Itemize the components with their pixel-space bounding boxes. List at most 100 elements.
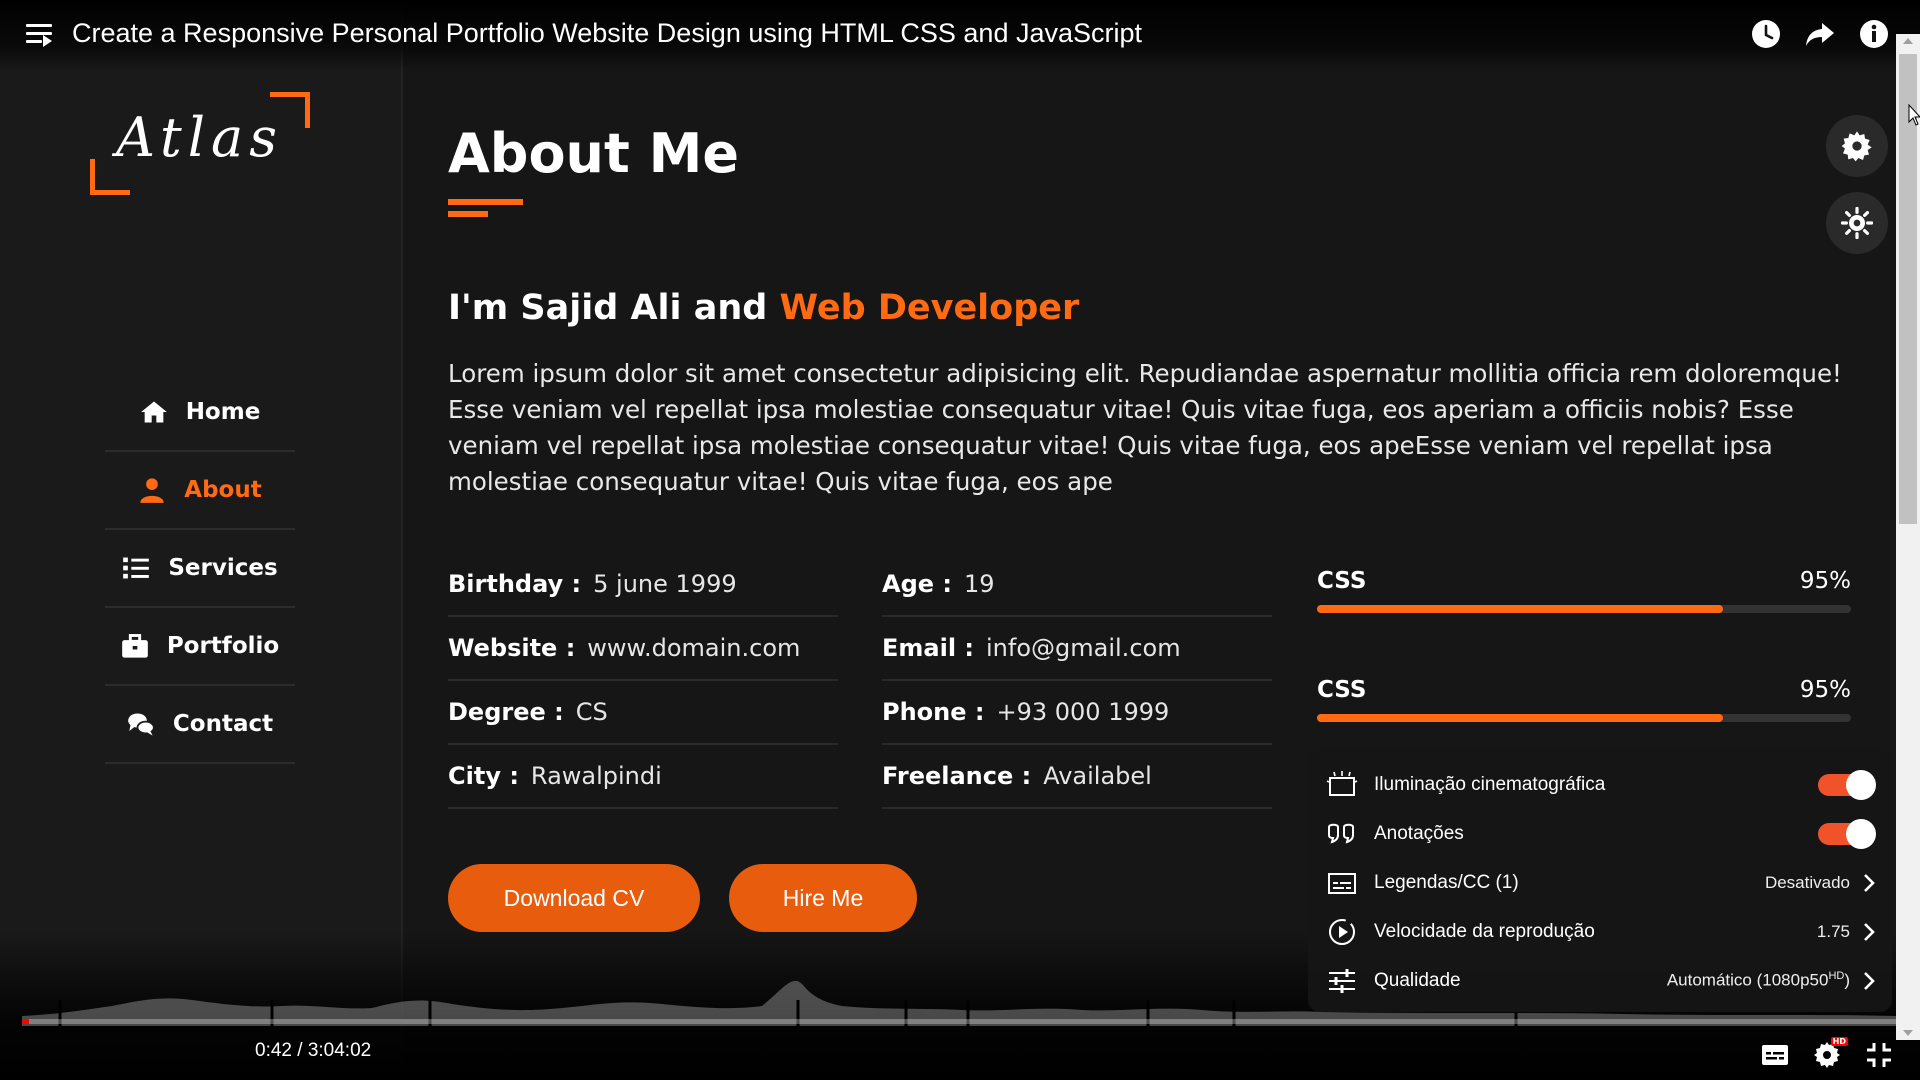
sidebar-item-label: About: [184, 477, 262, 503]
ambient-mode-icon: [1326, 770, 1358, 796]
skill-bar: CSS 95%: [1317, 568, 1851, 613]
annotations-icon: [1328, 823, 1354, 844]
settings-row-value: Automático (1080p50HD): [1667, 970, 1850, 991]
chevron-right-icon: [1864, 971, 1875, 990]
sidebar-item-label: Home: [185, 399, 261, 425]
info-row: Website : www.domain.com: [448, 617, 838, 681]
hire-me-button[interactable]: Hire Me: [729, 864, 917, 932]
video-title[interactable]: Create a Responsive Personal Portfolio W…: [72, 18, 1142, 49]
settings-row-ambient-mode[interactable]: Iluminação cinematográfica: [1308, 760, 1892, 809]
info-list-right: Age : 19 Email : info@gmail.com Phone : +93…: [882, 553, 1272, 809]
settings-row-annotations[interactable]: Anotações: [1308, 809, 1892, 858]
info-list-left: Birthday : 5 june 1999 Website : www.domai…: [448, 553, 838, 809]
settings-panel: Iluminação cinematográfica Anotações Leg…: [1308, 750, 1892, 1012]
info-key: Phone :: [882, 698, 985, 726]
progress-played: [22, 1019, 30, 1024]
scroll-down-arrow-icon[interactable]: [1903, 1030, 1913, 1036]
sidebar-nav: Home About Services Portfolio Contact: [105, 374, 295, 764]
sidebar-item-label: Contact: [172, 711, 274, 737]
time-display: 0:42 / 3:04:02: [255, 1040, 372, 1061]
share-icon[interactable]: [1804, 18, 1836, 50]
sun-icon: [1841, 207, 1873, 239]
sidebar-item-label: Services: [168, 555, 278, 581]
info-key: Degree :: [448, 698, 564, 726]
sidebar-item-contact[interactable]: Contact: [105, 686, 295, 764]
info-key: Freelance :: [882, 762, 1032, 790]
theme-toggle-button[interactable]: [1826, 192, 1888, 254]
settings-row-playback-speed[interactable]: Velocidade da reprodução 1.75: [1308, 907, 1892, 956]
logo: Atlas: [90, 90, 310, 195]
video-frame[interactable]: Atlas Home About Services Portfolio Cont…: [0, 0, 1920, 1080]
home-icon: [140, 401, 167, 423]
title-underline-short: [448, 211, 488, 217]
comments-icon: [128, 713, 155, 736]
skill-percent: 95%: [1799, 568, 1851, 594]
title-underline: [448, 199, 523, 205]
info-key: Website :: [448, 634, 576, 662]
info-row: Age : 19: [882, 553, 1272, 617]
playback-speed-icon: [1329, 918, 1355, 945]
skill-track: [1317, 605, 1851, 613]
info-key: Birthday :: [448, 570, 582, 598]
info-row: Email : info@gmail.com: [882, 617, 1272, 681]
settings-row-label: Qualidade: [1374, 969, 1461, 991]
playlist-menu-icon[interactable]: [26, 24, 52, 48]
list-icon: [123, 557, 150, 579]
info-value: Rawalpindi: [530, 762, 662, 790]
intro-plain: I'm Sajid Ali and: [448, 288, 780, 328]
page-scrollbar[interactable]: [1896, 34, 1920, 1040]
info-key: Age :: [882, 570, 952, 598]
sidebar-item-portfolio[interactable]: Portfolio: [105, 608, 295, 686]
watch-later-icon[interactable]: [1750, 18, 1782, 50]
hd-superscript: HD: [1828, 970, 1845, 983]
quality-icon: [1329, 968, 1355, 993]
briefcase-icon: [121, 634, 148, 658]
theme-settings-button[interactable]: [1826, 115, 1888, 177]
page-title: About Me: [448, 122, 739, 185]
player-top-bar: Create a Responsive Personal Portfolio W…: [0, 0, 1920, 70]
skill-label: CSS: [1317, 568, 1367, 594]
subtitles-icon[interactable]: [1760, 1040, 1790, 1070]
scroll-up-arrow-icon[interactable]: [1903, 38, 1913, 44]
skill-fill: [1317, 605, 1723, 613]
info-value: info@gmail.com: [986, 634, 1181, 662]
settings-row-captions[interactable]: Legendas/CC (1) Desativado: [1308, 858, 1892, 907]
user-icon: [140, 478, 164, 503]
hd-badge: HD: [1830, 1037, 1848, 1046]
settings-row-label: Anotações: [1374, 822, 1464, 844]
settings-row-value: Desativado: [1764, 872, 1850, 892]
annotations-toggle[interactable]: [1818, 818, 1876, 849]
sidebar-item-about[interactable]: About: [105, 452, 295, 530]
top-actions: [1750, 18, 1890, 50]
about-paragraph: Lorem ipsum dolor sit amet consectetur a…: [448, 359, 1842, 496]
settings-row-value: 1.75: [1816, 921, 1850, 941]
settings-row-label: Velocidade da reprodução: [1374, 920, 1595, 942]
info-row: Degree : CS: [448, 681, 838, 745]
chevron-right-icon: [1864, 873, 1875, 892]
info-row: Birthday : 5 june 1999: [448, 553, 838, 617]
sidebar-item-label: Portfolio: [166, 633, 280, 659]
info-value: 19: [963, 570, 995, 598]
skill-bar: CSS 95%: [1317, 677, 1851, 722]
info-key: City :: [448, 762, 519, 790]
intro-accent: Web Developer: [779, 288, 1080, 328]
skill-percent: 95%: [1799, 677, 1851, 703]
sidebar-item-services[interactable]: Services: [105, 530, 295, 608]
quality-value-end: ): [1844, 970, 1850, 990]
captions-icon: [1328, 872, 1356, 894]
download-cv-button[interactable]: Download CV: [448, 864, 700, 932]
settings-icon[interactable]: HD: [1812, 1037, 1848, 1070]
info-row: Phone : +93 000 1999: [882, 681, 1272, 745]
portfolio-sidebar: Atlas Home About Services Portfolio Cont…: [0, 0, 403, 1080]
info-value: CS: [575, 698, 608, 726]
logo-text: Atlas: [116, 106, 283, 169]
info-icon[interactable]: [1858, 18, 1890, 50]
settings-row-quality[interactable]: Qualidade Automático (1080p50HD): [1308, 956, 1892, 1005]
info-value: 5 june 1999: [593, 570, 737, 598]
info-key: Email :: [882, 634, 975, 662]
settings-row-label: Iluminação cinematográfica: [1374, 773, 1606, 795]
sidebar-item-home[interactable]: Home: [105, 374, 295, 452]
ambient-mode-toggle[interactable]: [1818, 769, 1876, 800]
exit-fullscreen-icon[interactable]: [1864, 1040, 1894, 1070]
video-progress-bar[interactable]: [22, 1019, 1896, 1024]
